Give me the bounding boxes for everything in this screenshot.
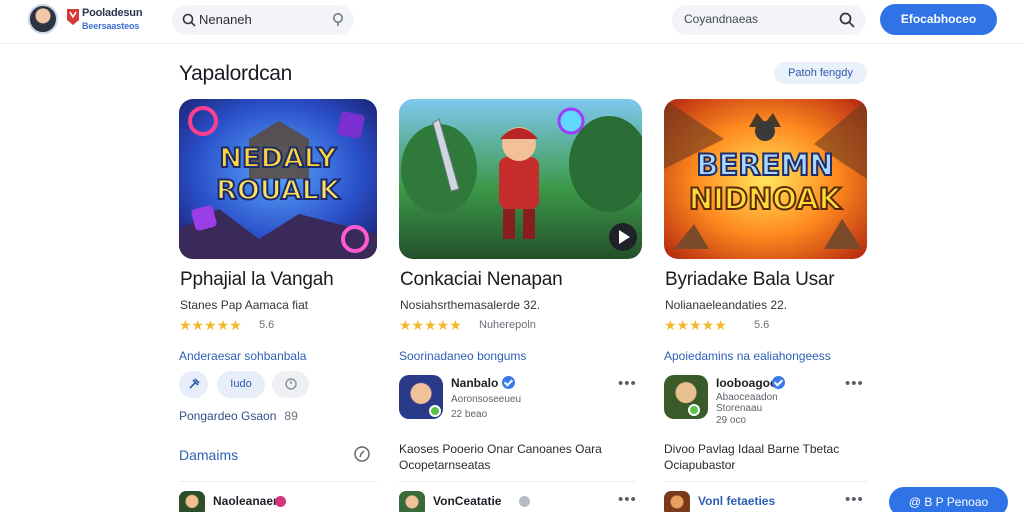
clock-icon [284,378,297,390]
reviewer-meta: Abaoceaadon Storenaau [716,392,778,414]
status-dot-icon [519,496,530,507]
brand-name[interactable]: Pooladesun [82,7,143,19]
filter-chip[interactable]: Patoh fengdy [774,62,867,84]
game-cover-image[interactable]: NEDALY ROUALK [179,99,377,259]
inline-label-count: 89 [284,409,298,423]
floating-action-button[interactable]: @ B P Penoao [889,487,1008,512]
search-icon [182,13,196,27]
share-button[interactable] [179,371,208,398]
review-date: 29 oco [716,415,747,426]
status-dot-icon [275,496,286,507]
item-avatar [399,491,425,512]
game-title[interactable]: Conkaciai Nenapan [400,269,563,291]
rating-value: Nuherepoln [479,319,536,331]
options-pill[interactable] [272,371,309,398]
game-title[interactable]: Pphajial la Vangah [180,269,334,291]
cover-art-text: BEREMN [696,148,833,182]
search-box[interactable]: Nenaneh [172,5,354,35]
reviewer-name[interactable]: Nanbalo [451,376,498,390]
online-badge-icon [688,404,700,416]
info-pill[interactable]: Iudo [217,371,265,398]
star-rating-icon: ★★★★★ [179,317,242,333]
search-icon[interactable] [838,11,856,29]
sub-section-title[interactable]: Damaims [179,447,238,463]
category-search-input[interactable]: Coyandnaeas [684,12,758,26]
game-title[interactable]: Byriadake Bala Usar [665,269,835,291]
user-avatar[interactable] [28,4,58,34]
item-avatar [179,491,205,512]
more-options-icon[interactable]: ••• [618,375,637,392]
search-input[interactable]: Nenaneh [199,12,252,27]
inline-label: Pongardeo Gsaon 89 [179,409,298,423]
inline-label-text: Pongardeo Gsaon [179,409,277,423]
star-rating-icon: ★★★★★ [664,317,727,333]
reviewer-avatar[interactable] [399,375,443,419]
compass-icon[interactable] [353,445,371,463]
review-text: Divoo Pavlag Idaal Barne Tbetac [664,442,840,456]
review-text: Ocopetarnseatas [399,458,491,472]
online-badge-icon [429,405,441,417]
top-bar: Pooladesun Beersaasteos Nenaneh Coyandna… [0,0,1024,44]
review-text: Ociapubastor [664,458,736,472]
card-link[interactable]: Soorinadaneo bongums [399,349,526,363]
brand-tagline: Beersaasteos [82,21,140,31]
item-name: Naoleanaer [213,494,278,508]
review: Iooboagoell Abaoceaadon Storenaau 29 oco… [664,375,900,435]
verified-icon [502,376,515,389]
location-pin-icon[interactable] [331,12,345,28]
card-link[interactable]: Apoiedamins na ealiahongeess [664,349,831,363]
divider [179,481,377,482]
section-title: Yapalordcan [179,62,293,85]
divider [664,481,867,482]
primary-action-button[interactable]: Efocabhoceo [880,4,997,35]
card-link[interactable]: Anderaesar sohbanbala [179,349,306,363]
cover-art-text: ROUALK [216,175,341,206]
reviewer-avatar[interactable] [664,375,708,419]
cover-art-text: NEDALY [220,143,337,174]
game-cover-image[interactable]: BEREMN NIDNOAK [664,99,867,259]
pin-icon [188,378,200,389]
reviewer-meta: Aoronsoseeueu [451,394,522,405]
game-subtitle: Nosiahsrthemasalerde 32. [400,298,541,312]
category-search-box[interactable]: Coyandnaeas [672,5,866,35]
rating-value: 5.6 [259,319,275,331]
item-avatar [664,491,690,512]
rating-value: 5.6 [754,319,770,331]
more-options-icon[interactable]: ••• [845,375,864,392]
star-rating-icon: ★★★★★ [399,317,462,333]
more-options-icon[interactable]: ••• [845,491,864,508]
verified-icon [772,376,785,389]
game-cover-image[interactable] [399,99,642,259]
item-name: Vonl fetaeties [698,494,776,508]
divider [399,481,635,482]
more-options-icon[interactable]: ••• [618,491,637,508]
review: Nanbalo Aoronsoseeueu 22 beao ••• [399,375,637,435]
game-subtitle: Stanes Pap Aamaca fiat [180,298,309,312]
brand-logo-icon [67,9,79,25]
review-date: 22 beao [451,409,488,420]
item-name: VonCeatatie [433,494,502,508]
cover-art-text: NIDNOAK [689,182,843,216]
game-subtitle: Nolianaeleandaties 22. [665,298,788,312]
review-text: Kaoses Pooerio Onar Canoanes Oara [399,442,602,456]
